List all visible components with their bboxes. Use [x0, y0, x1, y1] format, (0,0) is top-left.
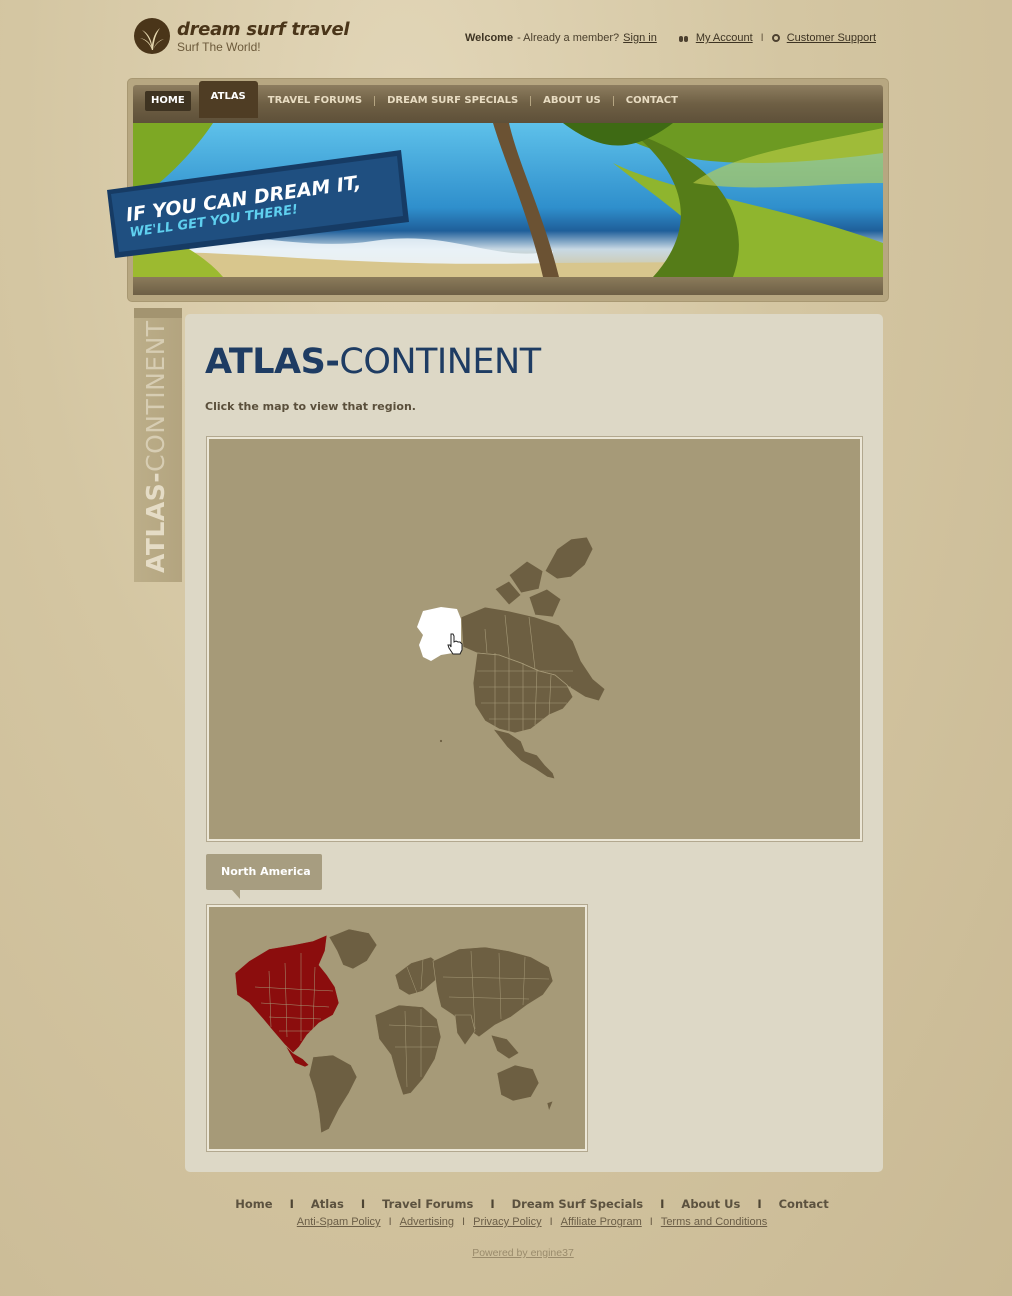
footer-atlas-link[interactable]: Atlas	[311, 1197, 344, 1211]
sign-in-link[interactable]: Sign in	[623, 32, 657, 44]
nav-travel-forums[interactable]: TRAVEL FORUMS	[262, 85, 368, 123]
world-map	[206, 904, 588, 1152]
footer-link-separator: I	[549, 1216, 553, 1228]
page-title: ATLAS-CONTINENT	[205, 342, 541, 382]
support-icon	[771, 34, 780, 42]
side-tab-bold: ATLAS-	[141, 471, 170, 573]
nav-divider	[530, 96, 532, 106]
footer-contact-link[interactable]: Contact	[779, 1197, 829, 1211]
nav-atlas[interactable]: ATLAS	[198, 80, 258, 118]
my-account-link[interactable]: My Account	[696, 32, 753, 44]
powered-by-link[interactable]: Powered by engine37	[472, 1247, 574, 1259]
selected-region-tab: North America	[206, 854, 322, 899]
footer-nav-separator: I	[360, 1197, 366, 1211]
advertising-link[interactable]: Advertising	[400, 1216, 454, 1228]
footer-travel-forums-link[interactable]: Travel Forums	[382, 1197, 473, 1211]
account-icon	[678, 34, 689, 43]
footer-nav: Home I Atlas I Travel Forums I Dream Sur…	[0, 1197, 1012, 1211]
side-tab-light: CONTINENT	[141, 320, 170, 472]
footer-dream-surf-specials-link[interactable]: Dream Surf Specials	[512, 1197, 644, 1211]
palm-logo-icon	[134, 18, 170, 54]
footer-nav-separator: I	[757, 1197, 762, 1211]
footer-link-separator: I	[462, 1216, 466, 1228]
footer-links: Anti-Spam Policy I Advertising I Privacy…	[0, 1216, 1012, 1228]
site-logo[interactable]: dream surf travel Surf The World!	[134, 18, 384, 58]
affiliate-program-link[interactable]: Affiliate Program	[561, 1216, 642, 1228]
brand-name: dream surf travel	[177, 19, 350, 40]
hero-strip	[133, 277, 883, 295]
terms-and-conditions-link[interactable]: Terms and Conditions	[661, 1216, 767, 1228]
world-map-inner[interactable]	[209, 907, 585, 1149]
nav-divider	[374, 96, 376, 106]
north-america-map[interactable]	[209, 439, 860, 839]
brand-tagline: Surf The World!	[177, 40, 261, 54]
footer-home-link[interactable]: Home	[235, 1197, 272, 1211]
page-title-bold: ATLAS-	[205, 342, 340, 382]
footer-about-us-link[interactable]: About Us	[681, 1197, 740, 1211]
hero-banner: IF YOU CAN DREAM IT, WE'LL GET YOU THERE…	[103, 150, 413, 258]
intro-text: Click the map to view that region.	[205, 400, 416, 413]
privacy-policy-link[interactable]: Privacy Policy	[473, 1216, 541, 1228]
footer-link-separator: I	[649, 1216, 653, 1228]
side-tab: ATLAS-CONTINENT	[134, 308, 182, 582]
continent-map	[206, 436, 863, 842]
nav-dream-surf-specials[interactable]: DREAM SURF SPECIALS	[381, 85, 524, 123]
footer-nav-separator: I	[289, 1197, 294, 1211]
main-nav: HOME ATLAS TRAVEL FORUMS DREAM SURF SPEC…	[133, 80, 883, 123]
nav-home[interactable]: HOME	[145, 91, 191, 111]
page-title-light: CONTINENT	[339, 342, 541, 382]
welcome-label: Welcome	[464, 32, 514, 44]
customer-support-link[interactable]: Customer Support	[787, 32, 876, 44]
north-america-region	[234, 934, 340, 1068]
nav-divider	[612, 96, 614, 106]
top-links: Welcome - Already a member? Sign in My A…	[465, 32, 876, 44]
side-tab-label: ATLAS-CONTINENT	[141, 320, 170, 573]
footer-nav-separator: I	[660, 1197, 665, 1211]
nav-about-us[interactable]: ABOUT US	[537, 85, 607, 123]
powered-by: Powered by engine37	[0, 1247, 1012, 1259]
footer-nav-separator: I	[490, 1197, 495, 1211]
member-prompt: - Already a member?	[517, 32, 620, 44]
nav-contact[interactable]: CONTACT	[620, 85, 684, 123]
anti-spam-policy-link[interactable]: Anti-Spam Policy	[297, 1216, 381, 1228]
footer-link-separator: I	[388, 1216, 392, 1228]
top-links-separator: I	[760, 32, 764, 44]
